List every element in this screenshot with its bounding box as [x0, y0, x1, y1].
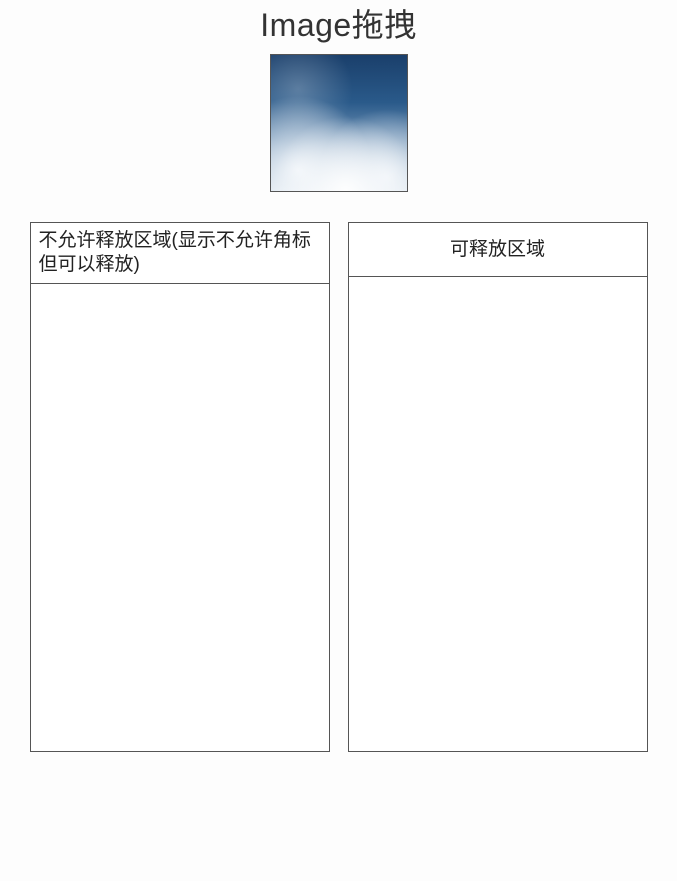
no-drop-zone-header: 不允许释放区域(显示不允许角标但可以释放) — [31, 223, 329, 284]
drop-zone[interactable]: 可释放区域 — [348, 222, 648, 752]
drop-zones-container: 不允许释放区域(显示不允许角标但可以释放) 可释放区域 — [0, 222, 677, 752]
draggable-image-container — [0, 54, 677, 192]
drop-zone-header: 可释放区域 — [349, 223, 647, 277]
drop-zone-body[interactable] — [349, 277, 647, 751]
page-title: Image拖拽 — [0, 0, 677, 46]
draggable-sky-image[interactable] — [270, 54, 408, 192]
no-drop-zone-body[interactable] — [31, 284, 329, 758]
no-drop-zone[interactable]: 不允许释放区域(显示不允许角标但可以释放) — [30, 222, 330, 752]
